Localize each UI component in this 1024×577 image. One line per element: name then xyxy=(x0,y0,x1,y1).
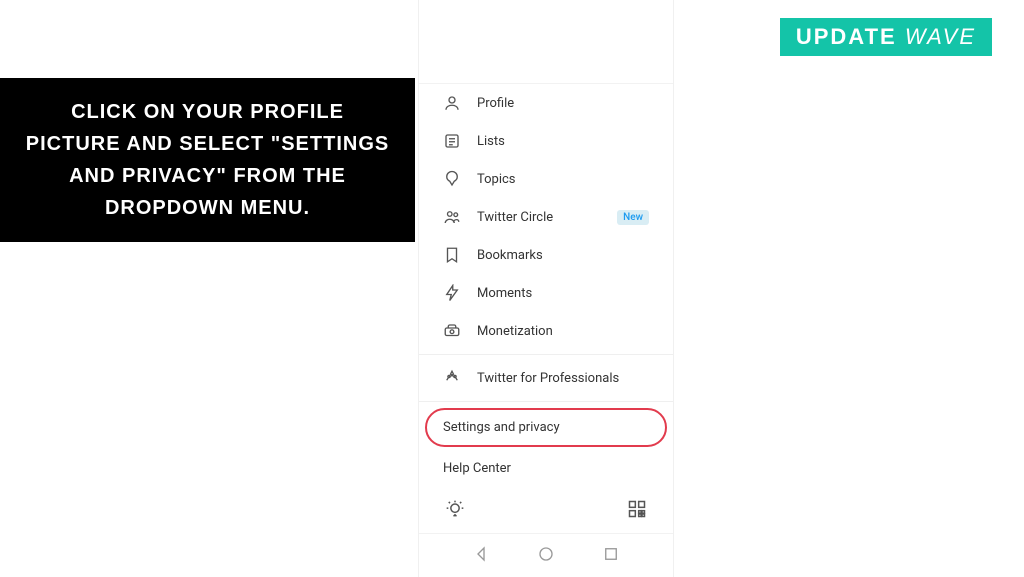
bulb-icon[interactable] xyxy=(445,499,465,519)
menu-item-topics[interactable]: Topics xyxy=(419,160,673,198)
monetization-icon xyxy=(443,322,461,340)
menu-label: Help Center xyxy=(443,461,511,476)
moments-icon xyxy=(443,284,461,302)
brand-word-2: WAVE xyxy=(905,24,976,49)
menu-item-lists[interactable]: Lists xyxy=(419,122,673,160)
bookmarks-icon xyxy=(443,246,461,264)
professionals-icon xyxy=(443,369,461,387)
menu-label: Moments xyxy=(477,286,532,301)
nav-recent-icon[interactable] xyxy=(602,545,620,567)
bottom-utility-bar xyxy=(419,489,673,529)
phone-frame: Profile Lists Topics Twitter Circle New xyxy=(418,0,674,577)
instruction-text: Click on your profile picture and select… xyxy=(26,101,389,219)
topics-icon xyxy=(443,170,461,188)
menu-label: Lists xyxy=(477,134,505,149)
section-divider xyxy=(419,401,673,402)
qr-code-icon[interactable] xyxy=(627,499,647,519)
menu-label: Twitter for Professionals xyxy=(477,371,619,386)
menu-label: Settings and privacy xyxy=(443,420,560,435)
twitter-circle-icon xyxy=(443,208,461,226)
menu-item-professionals[interactable]: Twitter for Professionals xyxy=(419,359,673,397)
brand-badge: UPDATE WAVE xyxy=(780,18,992,56)
new-badge: New xyxy=(617,210,649,225)
menu-label: Twitter Circle xyxy=(477,210,553,225)
nav-home-icon[interactable] xyxy=(537,545,555,567)
menu-item-help-center[interactable]: Help Center xyxy=(419,449,673,488)
menu-label: Bookmarks xyxy=(477,248,543,263)
instruction-box: Click on your profile picture and select… xyxy=(0,78,415,242)
menu-item-bookmarks[interactable]: Bookmarks xyxy=(419,236,673,274)
menu-item-moments[interactable]: Moments xyxy=(419,274,673,312)
lists-icon xyxy=(443,132,461,150)
profile-icon xyxy=(443,94,461,112)
menu-item-settings-privacy[interactable]: Settings and privacy xyxy=(419,406,673,449)
menu-label: Profile xyxy=(477,96,514,111)
menu-label: Topics xyxy=(477,172,516,187)
nav-back-icon[interactable] xyxy=(472,545,490,567)
menu-item-twitter-circle[interactable]: Twitter Circle New xyxy=(419,198,673,236)
menu-header-spacer xyxy=(419,0,673,84)
section-divider xyxy=(419,354,673,355)
account-menu: Profile Lists Topics Twitter Circle New xyxy=(419,84,673,488)
menu-item-monetization[interactable]: Monetization xyxy=(419,312,673,350)
menu-item-profile[interactable]: Profile xyxy=(419,84,673,122)
android-nav-bar xyxy=(419,533,673,577)
menu-label: Monetization xyxy=(477,324,553,339)
brand-word-1: UPDATE xyxy=(796,24,897,49)
